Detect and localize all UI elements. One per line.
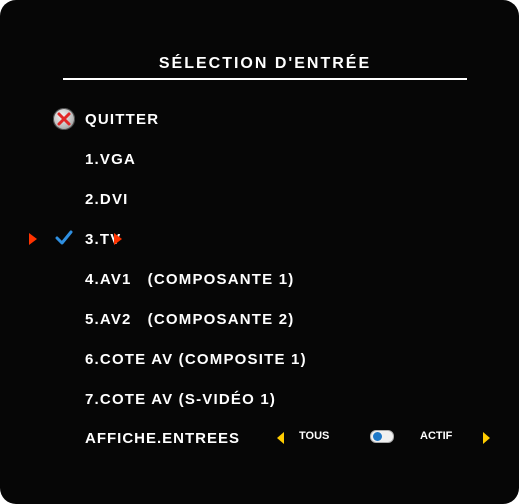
input-vga[interactable]: 1.VGA bbox=[85, 151, 136, 168]
menu-title: SÉLECTION D'ENTRÉE bbox=[158, 55, 372, 72]
display-inputs-label[interactable]: AFFICHE.ENTREES bbox=[85, 430, 240, 447]
quit-icon[interactable] bbox=[53, 108, 75, 130]
toggle-icon[interactable] bbox=[370, 430, 394, 443]
active-option[interactable]: ACTIF bbox=[420, 430, 452, 442]
left-arrow-icon[interactable] bbox=[277, 432, 284, 444]
quit-x-icon bbox=[57, 112, 71, 126]
title-divider bbox=[63, 78, 467, 80]
submenu-arrow-icon bbox=[114, 233, 122, 245]
input-selection-osd: SÉLECTION D'ENTRÉE QUITTER 1.VGA 2.DVI 3… bbox=[0, 0, 519, 504]
input-av2[interactable]: 5.AV2 (COMPOSANTE 2) bbox=[85, 311, 294, 328]
quit-button[interactable]: QUITTER bbox=[85, 111, 159, 128]
input-side-av-svideo[interactable]: 7.COTE AV (S-VIDÉO 1) bbox=[85, 391, 276, 408]
input-side-av-composite[interactable]: 6.COTE AV (COMPOSITE 1) bbox=[85, 351, 307, 368]
all-option[interactable]: TOUS bbox=[299, 430, 329, 442]
check-icon bbox=[55, 230, 73, 245]
input-dvi[interactable]: 2.DVI bbox=[85, 191, 129, 208]
input-av1[interactable]: 4.AV1 (COMPOSANTE 1) bbox=[85, 271, 294, 288]
right-arrow-icon[interactable] bbox=[483, 432, 490, 444]
selection-arrow-icon bbox=[29, 233, 37, 245]
